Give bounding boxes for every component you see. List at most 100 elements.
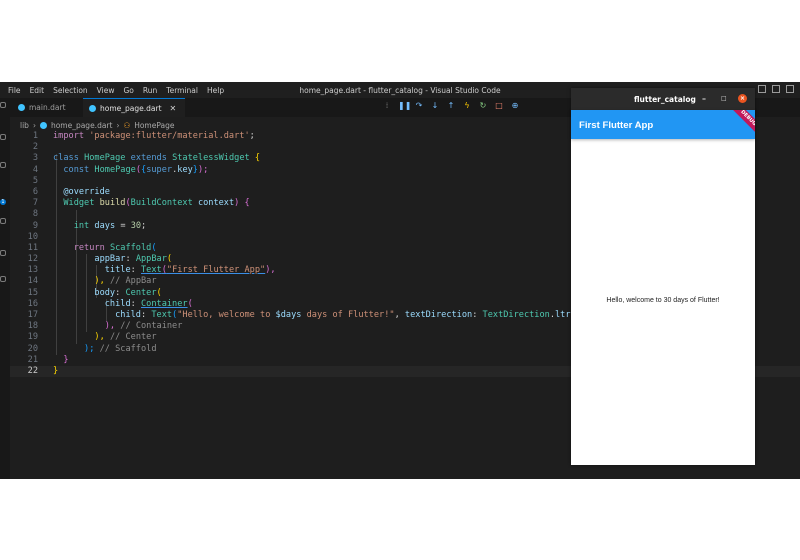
toggle-secondary-sidebar-icon[interactable] (786, 85, 794, 93)
code-token: } (63, 354, 69, 365)
close-icon[interactable]: × (738, 94, 747, 103)
line-number: 20 (27, 343, 38, 354)
code-token: BuildContext (130, 198, 193, 209)
code-token: title (104, 265, 131, 276)
code-token: $days (275, 310, 302, 320)
search-icon[interactable] (0, 134, 6, 140)
code-token: "Hello, welcome to (177, 310, 276, 320)
code-token: import (53, 131, 85, 141)
debug-toolbar: ⁞ ❚❚ ↷ ↓ ↑ ϟ ↻ □ ⊕ (382, 101, 520, 110)
code-token: Text (151, 310, 173, 320)
code-comment: // Center (109, 332, 157, 343)
tab-main-dart[interactable]: main.dart (12, 98, 82, 117)
pause-icon[interactable]: ❚❚ (398, 101, 411, 110)
devtools-icon[interactable]: ⊕ (510, 101, 520, 110)
tab-label: main.dart (29, 103, 66, 112)
restart-icon[interactable]: ↻ (478, 101, 488, 110)
code-comment: // AppBar (109, 276, 157, 287)
code-token: { (244, 198, 250, 209)
code-token: ( (151, 242, 157, 253)
line-number: 13 (27, 265, 38, 276)
line-number: 2 (32, 142, 38, 153)
code-token: class (53, 153, 79, 164)
line-number: 21 (27, 354, 38, 365)
code-token: StatelessWidget (172, 153, 250, 164)
code-token: Container (141, 298, 188, 309)
dart-icon (18, 104, 25, 111)
code-token: textDirection (404, 310, 473, 320)
breadcrumb: lib › home_page.dart › ⚇ HomePage (20, 121, 175, 130)
code-token: build (99, 198, 126, 209)
line-number: 10 (27, 231, 38, 242)
code-token: ( (166, 254, 173, 265)
flutter-app-window: flutter_catalog – □ × First Flutter App … (571, 88, 755, 465)
code-token: ; (141, 220, 147, 231)
minimize-icon[interactable]: – (702, 94, 706, 103)
line-number: 15 (27, 287, 38, 298)
code-token: : (130, 265, 136, 276)
step-into-icon[interactable]: ↓ (430, 101, 440, 110)
code-token: ( (187, 298, 193, 309)
testing-icon[interactable] (0, 276, 6, 282)
maximize-icon[interactable]: □ (721, 95, 727, 102)
code-token: Widget (63, 198, 95, 209)
line-number: 19 (27, 332, 38, 343)
source-control-icon[interactable] (0, 162, 6, 168)
code-token: : (115, 287, 121, 298)
code-token: : (130, 298, 136, 309)
hot-reload-icon[interactable]: ϟ (462, 101, 472, 110)
code-token: const (63, 164, 90, 175)
step-over-icon[interactable]: ↷ (414, 101, 424, 110)
app-bar-title: First Flutter App (579, 120, 654, 131)
line-number: 5 (32, 175, 38, 186)
dart-icon (89, 104, 96, 112)
line-number: 1 (32, 131, 38, 141)
code-token: @override (63, 186, 110, 197)
code-token: : (140, 310, 147, 320)
activity-bar: 1 (0, 98, 10, 479)
close-icon[interactable]: ✕ (170, 104, 177, 113)
dart-icon (39, 122, 47, 129)
code-token: Center (125, 287, 157, 298)
toggle-sidebar-icon[interactable] (758, 85, 766, 93)
breadcrumb-symbol[interactable]: HomePage (134, 121, 174, 130)
line-number: 3 (32, 153, 38, 164)
breadcrumb-folder[interactable]: lib (20, 121, 29, 130)
extensions-icon[interactable] (0, 250, 6, 256)
stop-icon[interactable]: □ (494, 101, 504, 110)
code-token: child (104, 298, 131, 309)
code-token: extends (130, 153, 167, 164)
code-token: ; (249, 131, 255, 141)
code-token: HomePage (84, 153, 126, 164)
code-token: ) (234, 198, 240, 209)
code-token: = (120, 220, 126, 231)
code-token: return (73, 242, 105, 253)
tab-label: home_page.dart (100, 103, 162, 113)
code-token: ), (94, 276, 105, 287)
line-number: 9 (32, 220, 38, 231)
line-number: 14 (27, 276, 38, 287)
layout-controls (758, 85, 794, 93)
run-debug-icon[interactable] (0, 218, 6, 224)
code-token: ), (94, 332, 105, 343)
line-number: 4 (32, 164, 38, 175)
line-number: 6 (32, 186, 38, 197)
code-token: 'package:flutter/material.dart' (89, 131, 250, 141)
code-token: days (94, 220, 116, 231)
step-out-icon[interactable]: ↑ (446, 101, 456, 110)
code-token: context (197, 198, 235, 209)
code-token: days of Flutter!" (301, 310, 395, 320)
line-number: 12 (27, 254, 38, 265)
code-token: TextDirection (482, 310, 550, 320)
tab-home-page-dart[interactable]: home_page.dart ✕ (83, 98, 185, 117)
code-token: ), (265, 265, 276, 276)
code-token: child (115, 310, 141, 320)
breadcrumb-file[interactable]: home_page.dart (51, 121, 113, 130)
class-symbol-icon: ⚇ (123, 121, 131, 130)
explorer-icon[interactable] (0, 102, 6, 108)
flutter-window-title: flutter_catalog (634, 95, 696, 104)
code-comment: // Container (120, 321, 183, 332)
chevron-right-icon: › (32, 121, 36, 130)
drag-handle-icon[interactable]: ⁞ (382, 101, 392, 110)
toggle-panel-icon[interactable] (772, 85, 780, 93)
